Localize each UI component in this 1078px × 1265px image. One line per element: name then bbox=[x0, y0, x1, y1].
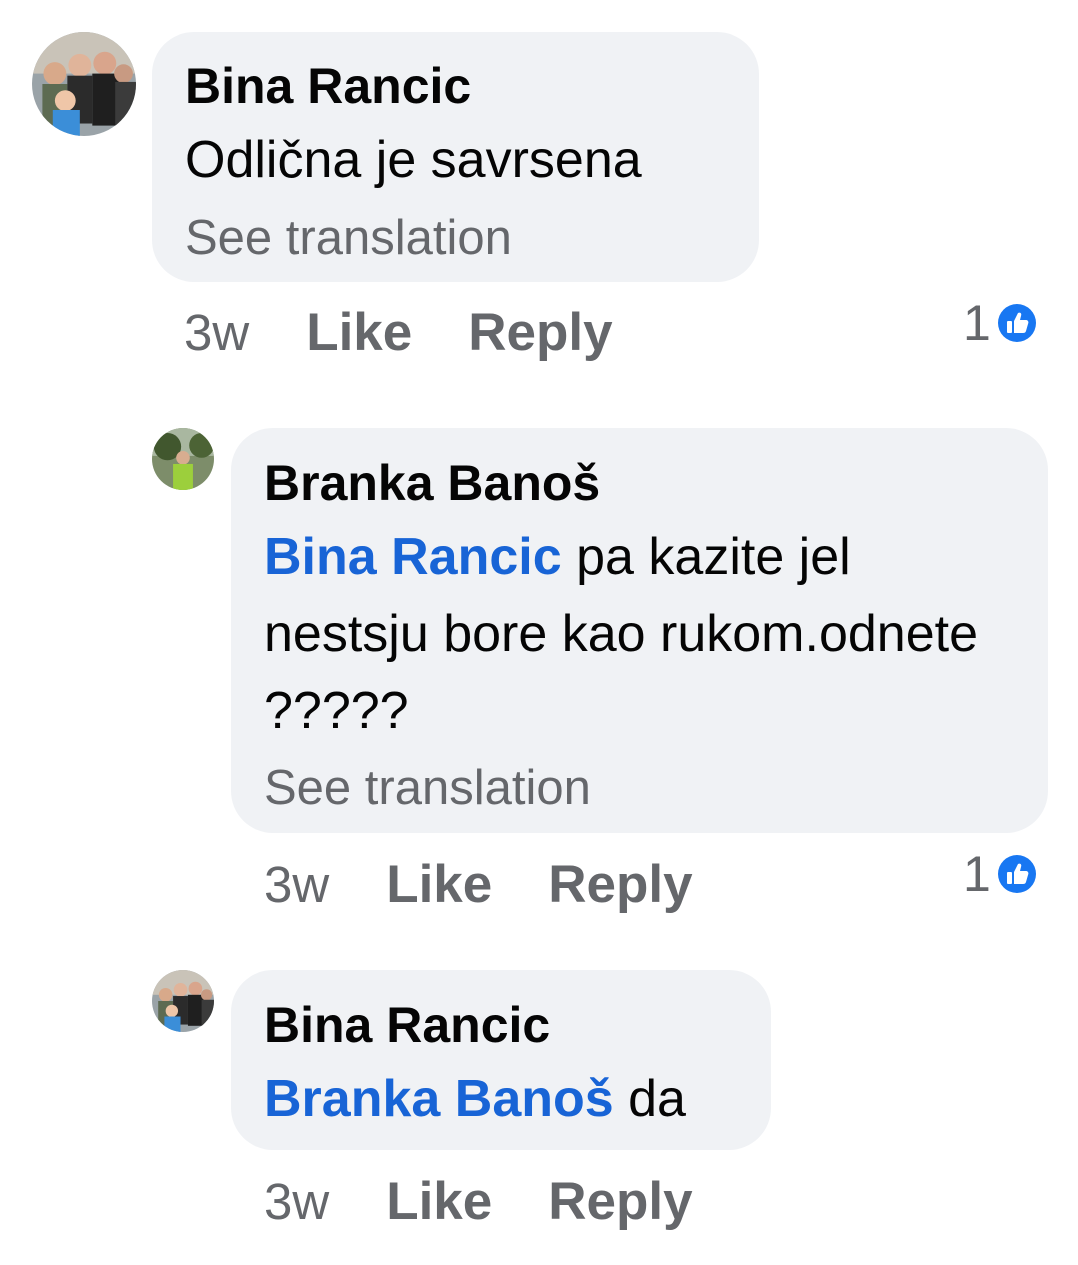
mention-link[interactable]: Bina Rancic bbox=[264, 528, 562, 586]
reply-button[interactable]: Reply bbox=[548, 1171, 692, 1232]
like-button[interactable]: Like bbox=[386, 1171, 492, 1232]
comment-actions: 3w Like Reply bbox=[264, 854, 749, 915]
avatar-bina-rancic[interactable] bbox=[32, 32, 136, 136]
mention-link[interactable]: Branka Banoš bbox=[264, 1070, 614, 1128]
avatar-photo bbox=[32, 32, 136, 136]
like-button[interactable]: Like bbox=[306, 302, 412, 363]
reaction-summary[interactable]: 1 bbox=[963, 849, 1039, 899]
comment-text-content: da bbox=[628, 1070, 686, 1128]
comment-author[interactable]: Bina Rancic bbox=[264, 1000, 550, 1050]
comment-timestamp[interactable]: 3w bbox=[184, 303, 249, 362]
comment-actions: 3w Like Reply bbox=[184, 302, 669, 363]
like-button[interactable]: Like bbox=[386, 854, 492, 915]
avatar-branka-banos[interactable] bbox=[152, 428, 214, 490]
see-translation-link[interactable]: See translation bbox=[185, 214, 512, 263]
reply-button[interactable]: Reply bbox=[548, 854, 692, 915]
like-thumbs-up-icon bbox=[995, 853, 1038, 895]
reply-button[interactable]: Reply bbox=[468, 302, 612, 363]
comment-timestamp[interactable]: 3w bbox=[264, 855, 329, 914]
comment-text: Bina Rancic pa kazite jel nestsju bore k… bbox=[264, 519, 1004, 750]
reaction-count: 1 bbox=[963, 295, 991, 351]
comment-timestamp[interactable]: 3w bbox=[264, 1172, 329, 1231]
comment-author[interactable]: Branka Banoš bbox=[264, 458, 600, 508]
comment-author[interactable]: Bina Rancic bbox=[185, 61, 471, 111]
comment-bubble: Bina Rancic Branka Banoš da bbox=[231, 970, 771, 1150]
see-translation-link[interactable]: See translation bbox=[264, 764, 591, 813]
comment-bubble: Branka Banoš Bina Rancic pa kazite jel n… bbox=[231, 428, 1048, 833]
comment-text-content: Odlična je savrsena bbox=[185, 131, 642, 189]
comment-actions: 3w Like Reply bbox=[264, 1171, 749, 1232]
comment-bubble: Bina Rancic Odlična je savrsena See tran… bbox=[152, 32, 759, 282]
avatar-bina-rancic[interactable] bbox=[152, 970, 214, 1032]
avatar-photo bbox=[152, 428, 214, 490]
avatar-photo bbox=[152, 970, 214, 1032]
reaction-count: 1 bbox=[963, 846, 991, 902]
comment-text: Odlična je savrsena bbox=[185, 122, 745, 199]
like-thumbs-up-icon bbox=[995, 302, 1038, 344]
comment-text: Branka Banoš da bbox=[264, 1061, 764, 1138]
reaction-summary[interactable]: 1 bbox=[963, 298, 1039, 348]
